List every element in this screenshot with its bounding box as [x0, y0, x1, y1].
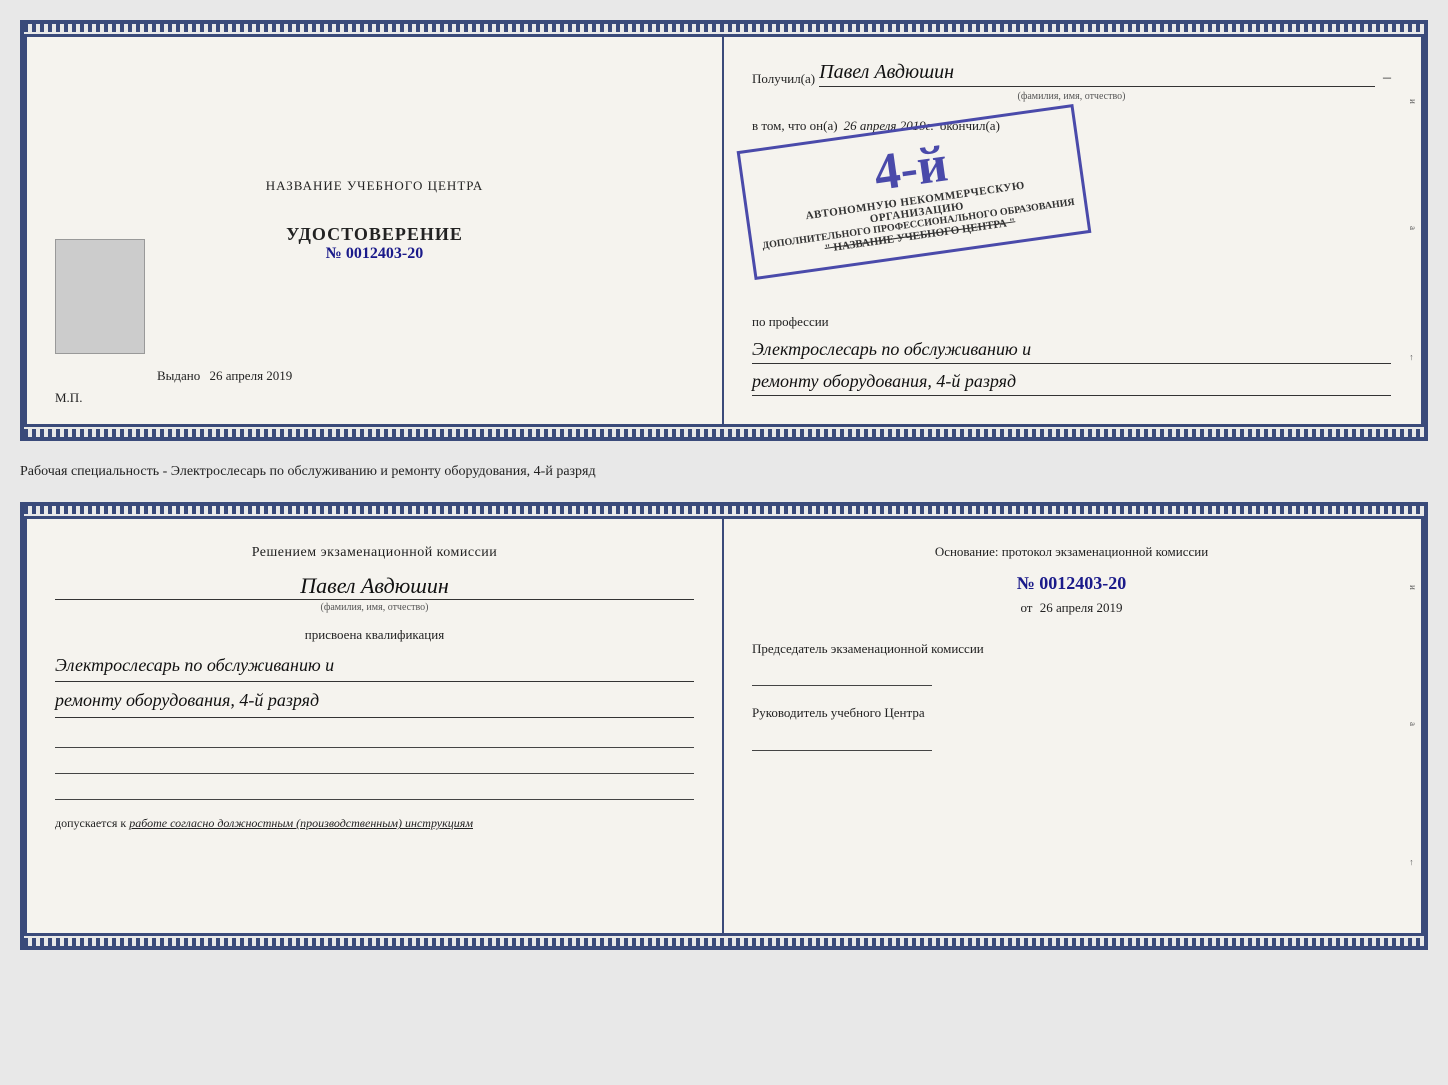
- fio-label-top: (фамилия, имя, отчество): [752, 91, 1391, 102]
- recipient-label: Получил(а): [752, 71, 815, 87]
- допускается-label: допускается к: [55, 816, 126, 830]
- profession-line1: Электрослесарь по обслуживанию и: [752, 336, 1391, 364]
- person-name-handwritten: Павел Авдюшин: [55, 573, 694, 600]
- bottom-doc-left: Решением экзаменационной комиссии Павел …: [27, 519, 724, 933]
- side-ticks-right: и а ←: [1405, 37, 1421, 424]
- tick-label-arrow: ←: [1408, 353, 1418, 362]
- chairman-label: Председатель экзаменационной комиссии: [752, 640, 1391, 658]
- sig-line-2: [55, 754, 694, 774]
- protocol-number-prefix: №: [1017, 573, 1035, 593]
- signature-lines: [55, 728, 694, 800]
- top-doc-right: Получил(а) Павел Авдюшин – (фамилия, имя…: [724, 37, 1421, 424]
- profession-handwritten: Электрослесарь по обслуживанию и ремонту…: [752, 336, 1391, 396]
- bottom-border-strip-top: [24, 429, 1424, 437]
- top-doc-content: НАЗВАНИЕ УЧЕБНОГО ЦЕНТРА УДОСТОВЕРЕНИЕ №…: [24, 34, 1424, 427]
- protocol-number-value: 0012403-20: [1039, 573, 1126, 593]
- protocol-date-prefix: от: [1020, 600, 1032, 615]
- допускается-block: допускается к работе согласно должностны…: [55, 814, 694, 832]
- qual-line1: Электрослесарь по обслуживанию и: [55, 651, 694, 683]
- top-doc-left: НАЗВАНИЕ УЧЕБНОГО ЦЕНТРА УДОСТОВЕРЕНИЕ №…: [27, 37, 724, 424]
- qualification-handwritten: Электрослесарь по обслуживанию и ремонту…: [55, 651, 694, 719]
- training-center-title: НАЗВАНИЕ УЧЕБНОГО ЦЕНТРА: [266, 178, 483, 194]
- chairman-block: Председатель экзаменационной комиссии: [752, 640, 1391, 686]
- sig-line-1: [55, 728, 694, 748]
- profession-line2: ремонту оборудования, 4-й разряд: [752, 368, 1391, 396]
- cert-number: № 0012403-20: [286, 245, 463, 263]
- chairman-sig-line: [752, 666, 932, 686]
- bottom-tick-и: и: [1408, 585, 1418, 590]
- osnov-label: Основание: протокол экзаменационной коми…: [752, 543, 1391, 561]
- head-sig-line: [752, 731, 932, 751]
- issued-date: 26 апреля 2019: [210, 368, 293, 383]
- cert-title: УДОСТОВЕРЕНИЕ: [286, 224, 463, 245]
- top-document: НАЗВАНИЕ УЧЕБНОГО ЦЕНТРА УДОСТОВЕРЕНИЕ №…: [20, 20, 1428, 441]
- page-wrapper: НАЗВАНИЕ УЧЕБНОГО ЦЕНТРА УДОСТОВЕРЕНИЕ №…: [20, 20, 1428, 950]
- protocol-date-value: 26 апреля 2019: [1040, 600, 1123, 615]
- top-border-strip: [24, 24, 1424, 32]
- issued-line: Выдано 26 апреля 2019: [157, 368, 292, 384]
- middle-text: Рабочая специальность - Электрослесарь п…: [20, 453, 1428, 490]
- bottom-doc-right: Основание: протокол экзаменационной коми…: [724, 519, 1421, 933]
- допускается-value: работе согласно должностным (производств…: [129, 816, 473, 830]
- recipient-name: Павел Авдюшин: [819, 61, 1375, 87]
- fio-label-bottom: (фамилия, имя, отчество): [55, 602, 694, 613]
- profession-block: по профессии Электрослесарь по обслужива…: [752, 314, 1391, 396]
- bottom-doc-bottom-strip: [24, 938, 1424, 946]
- vtom-label: в том, что он(а): [752, 118, 838, 134]
- protocol-number: № 0012403-20: [752, 573, 1391, 594]
- bottom-doc-top-strip: [24, 506, 1424, 514]
- profession-label: по профессии: [752, 314, 1391, 330]
- head-label: Руководитель учебного Центра: [752, 704, 1391, 722]
- qual-line2: ремонту оборудования, 4-й разряд: [55, 686, 694, 718]
- bottom-tick-а: а: [1408, 722, 1418, 726]
- tick-label-и: и: [1408, 99, 1418, 104]
- bottom-doc-content: Решением экзаменационной комиссии Павел …: [24, 516, 1424, 936]
- cert-title-block: УДОСТОВЕРЕНИЕ № 0012403-20: [286, 224, 463, 263]
- issued-label: Выдано: [157, 368, 200, 383]
- photo-placeholder: [55, 239, 145, 354]
- protocol-date: от 26 апреля 2019: [752, 600, 1391, 616]
- bottom-tick-arrow: ←: [1408, 858, 1418, 867]
- qualification-label: присвоена квалификация: [55, 627, 694, 643]
- commission-title: Решением экзаменационной комиссии: [55, 543, 694, 563]
- recipient-line: Получил(а) Павел Авдюшин –: [752, 61, 1391, 87]
- bottom-side-ticks-right: и а ←: [1405, 519, 1421, 933]
- cert-number-value: 0012403-20: [346, 245, 423, 262]
- bottom-document: Решением экзаменационной комиссии Павел …: [20, 502, 1428, 950]
- cert-number-prefix: №: [326, 245, 342, 262]
- mp-label: М.П.: [55, 390, 82, 406]
- sig-line-3: [55, 780, 694, 800]
- tick-label-а: а: [1408, 226, 1418, 230]
- recipient-dash: –: [1383, 69, 1391, 87]
- head-block: Руководитель учебного Центра: [752, 704, 1391, 750]
